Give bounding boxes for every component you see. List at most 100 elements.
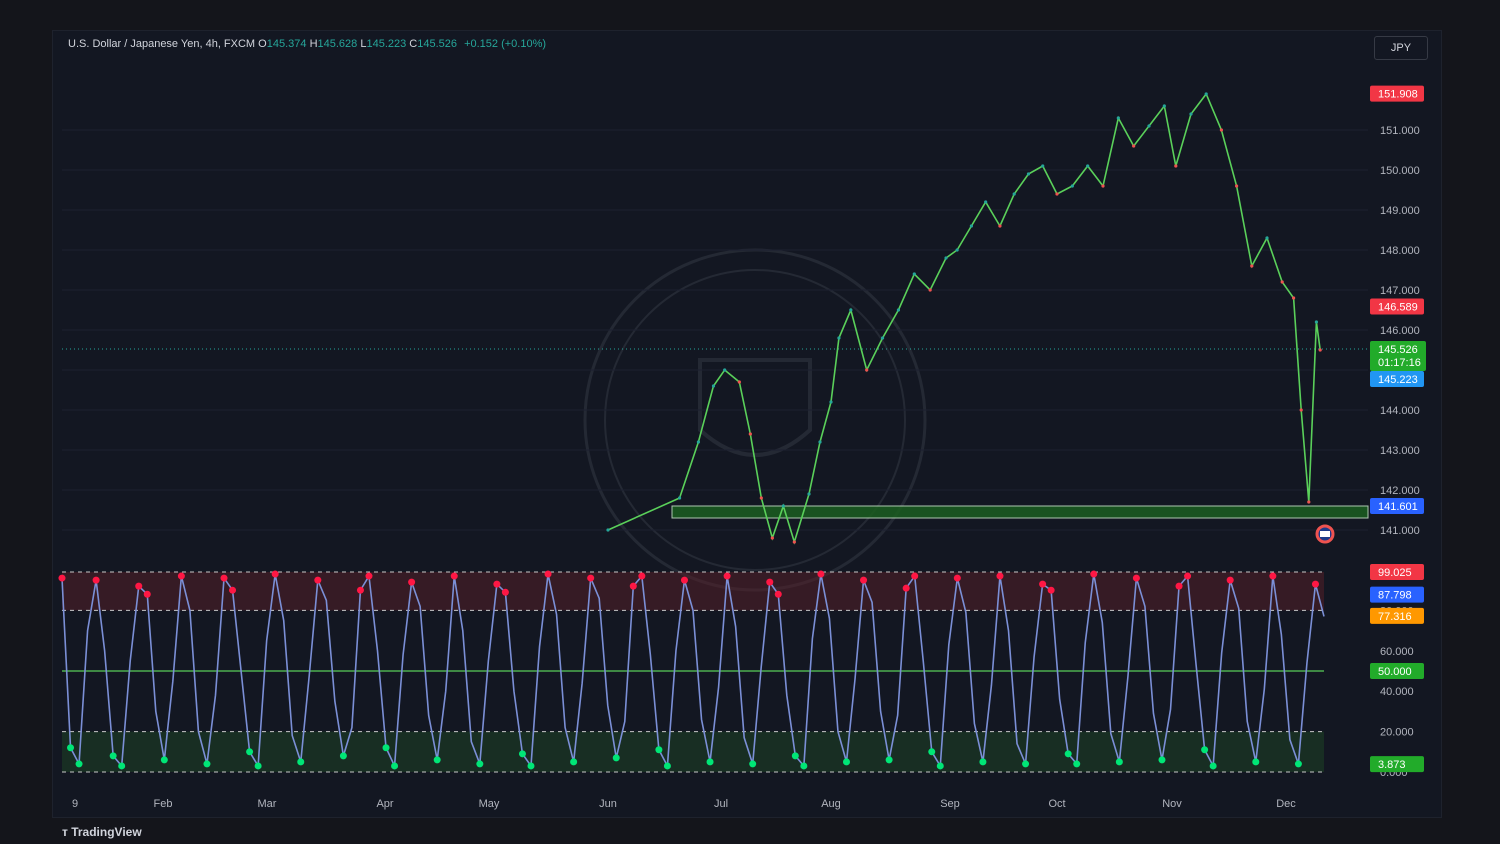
price-tick-label: 150.000 [1380, 165, 1420, 177]
oversold-dot [791, 752, 799, 760]
oversold-dot [433, 756, 441, 764]
price-tag: 50.000 [1370, 663, 1424, 679]
price-tag-label: 145.223 [1378, 374, 1418, 386]
oversold-dot [570, 758, 578, 766]
overbought-dot [911, 572, 919, 580]
overbought-dot [58, 574, 66, 582]
price-tag-label: 141.601 [1378, 501, 1418, 513]
price-point [912, 272, 916, 276]
time-tick-label: May [479, 798, 500, 810]
time-axis: 9 Feb Mar Apr May Jun Jul Aug Sep Oct Nov Dec [72, 798, 1296, 810]
price-point [737, 380, 741, 384]
oversold-dot [254, 762, 262, 770]
price-point [896, 308, 901, 312]
oscillator-axis: 0.00020.00040.00060.00080.000 [1380, 605, 1414, 779]
oversold-dot [936, 762, 944, 770]
oversold-dot [1294, 760, 1302, 768]
price-point [1204, 92, 1208, 96]
oversold-dot [339, 752, 347, 760]
price-tick-label: 141.000 [1380, 525, 1420, 537]
overbought-dot [356, 586, 364, 594]
price-point [865, 368, 869, 372]
overbought-dot [587, 574, 595, 582]
price-point [1265, 236, 1269, 240]
overbought-dot [314, 576, 322, 584]
overbought-dot [1090, 570, 1098, 578]
overbought-dot [501, 588, 509, 596]
tradingview-logo[interactable]: ᴛ TradingView [62, 825, 142, 839]
time-tick-label: Aug [821, 798, 841, 810]
oversold-dot [800, 762, 808, 770]
overbought-dot [860, 576, 868, 584]
price-point [1235, 184, 1239, 188]
oversold-dot [655, 746, 663, 754]
oversold-dot [203, 760, 211, 768]
overbought-dot [1175, 582, 1183, 590]
price-tick-label: 147.000 [1380, 285, 1420, 297]
overbought-dot [766, 578, 774, 586]
overbought-dot [493, 580, 501, 588]
oversold-dot [979, 758, 987, 766]
time-tick-label: 9 [72, 798, 78, 810]
time-tick-label: Feb [154, 798, 173, 810]
overbought-dot [177, 572, 185, 580]
price-tag-label: 77.316 [1378, 611, 1412, 623]
price-point [1307, 500, 1311, 504]
oversold-dot [928, 748, 936, 756]
overbought-dot [1047, 586, 1055, 594]
price-point [880, 336, 885, 340]
price-point [711, 384, 716, 388]
overbought-dot [1226, 576, 1234, 584]
oversold-dot [1209, 762, 1217, 770]
grid [62, 129, 1368, 531]
oversold-dot [1201, 746, 1209, 754]
watermark-logo [583, 248, 927, 592]
price-point [969, 224, 974, 228]
time-tick-label: Oct [1048, 798, 1065, 810]
price-point [1086, 164, 1090, 168]
oscillator-tick-label: 20.000 [1380, 727, 1414, 739]
overbought-dot [1132, 574, 1140, 582]
overbought-dot [817, 570, 825, 578]
price-point [759, 496, 763, 500]
price-point [1147, 124, 1151, 128]
price-tag: 87.798 [1370, 586, 1424, 603]
flag-icon[interactable] [1315, 524, 1335, 544]
oversold-dot [1073, 760, 1081, 768]
price-tag-label: 99.025 [1378, 567, 1412, 579]
oversold-dot [1064, 750, 1072, 758]
price-point [1012, 192, 1016, 196]
oversold-dot [391, 762, 399, 770]
price-point [770, 536, 774, 540]
overbought-dot [996, 572, 1004, 580]
price-point [792, 540, 796, 544]
overbought-dot [680, 576, 688, 584]
price-line [607, 92, 1321, 545]
overbought-dot [135, 582, 143, 590]
price-point [998, 224, 1002, 228]
overbought-dot [1184, 572, 1192, 580]
price-point [696, 440, 701, 444]
overbought-dot [629, 582, 637, 590]
oversold-dot [1022, 760, 1030, 768]
price-point [1174, 164, 1178, 168]
price-tag: 141.601 [1370, 497, 1424, 514]
overbought-dot [544, 570, 552, 578]
price-point [1189, 112, 1193, 116]
oversold-dot [749, 760, 757, 768]
price-point [748, 432, 752, 436]
overbought-dot [408, 578, 416, 586]
price-tick-label: 146.000 [1380, 325, 1420, 337]
oversold-dot [885, 756, 893, 764]
price-point [837, 336, 841, 340]
overbought-dot [92, 576, 100, 584]
price-point [1299, 408, 1303, 412]
price-point [944, 256, 948, 260]
price-point [1219, 128, 1223, 132]
overbought-dot [365, 572, 373, 580]
oversold-dot [1158, 756, 1166, 764]
price-tag-label: 3.873 [1378, 759, 1406, 771]
price-point [1250, 264, 1254, 268]
price-point [677, 496, 682, 500]
oversold-dot [842, 758, 850, 766]
